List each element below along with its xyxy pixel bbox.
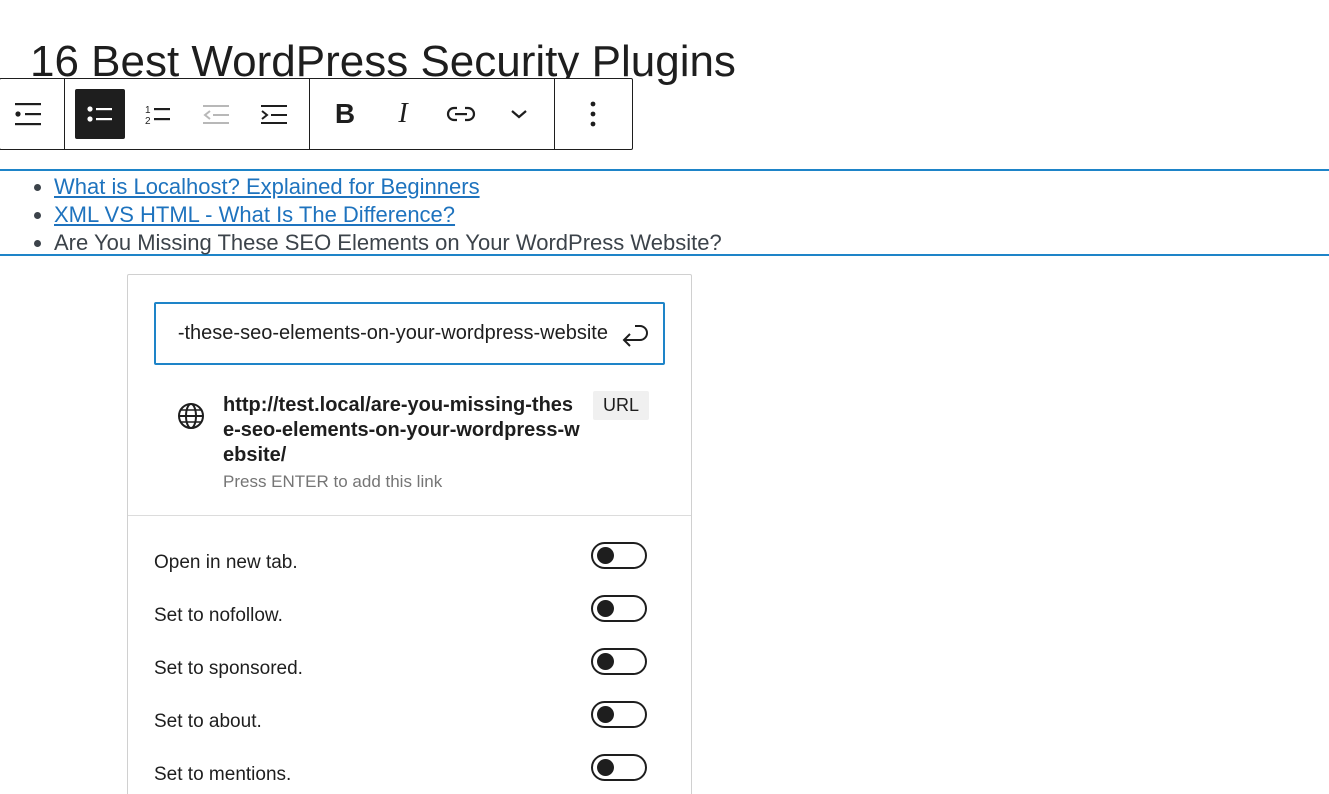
list-item: What is Localhost? Explained for Beginne… bbox=[54, 173, 1329, 201]
bullet-list: What is Localhost? Explained for Beginne… bbox=[0, 171, 1329, 257]
list-block-button[interactable] bbox=[4, 89, 54, 139]
italic-button[interactable]: I bbox=[378, 89, 428, 139]
sponsored-toggle[interactable] bbox=[591, 648, 647, 675]
popover-divider bbox=[128, 515, 691, 516]
block-type-group bbox=[0, 79, 65, 149]
chevron-down-icon bbox=[508, 106, 530, 122]
unordered-list-icon bbox=[85, 102, 115, 126]
svg-text:1: 1 bbox=[145, 105, 151, 116]
svg-text:2: 2 bbox=[145, 116, 151, 126]
nofollow-toggle[interactable] bbox=[591, 595, 647, 622]
more-options-button[interactable] bbox=[565, 89, 621, 139]
indent-icon bbox=[259, 102, 289, 126]
setting-label: Open in new tab. bbox=[154, 551, 298, 573]
setting-mentions: Set to mentions. bbox=[154, 749, 648, 794]
list-item-text[interactable]: Are You Missing These SEO Elements on Yo… bbox=[54, 230, 722, 255]
list-format-group: 1 2 bbox=[65, 79, 310, 149]
url-input-wrapper[interactable] bbox=[154, 302, 665, 365]
setting-open-new-tab: Open in new tab. bbox=[154, 537, 648, 590]
setting-label: Set to sponsored. bbox=[154, 657, 303, 679]
indent-button[interactable] bbox=[249, 89, 299, 139]
open-new-tab-toggle[interactable] bbox=[591, 542, 647, 569]
list-item-link[interactable]: XML VS HTML - What Is The Difference? bbox=[54, 202, 455, 227]
outdent-icon bbox=[201, 102, 231, 126]
outdent-button[interactable] bbox=[191, 89, 241, 139]
setting-about: Set to about. bbox=[154, 696, 648, 749]
editor-canvas: 16 Best WordPress Security Plugins 1 2 B… bbox=[0, 0, 1329, 794]
mentions-toggle[interactable] bbox=[591, 754, 647, 781]
list-item: Are You Missing These SEO Elements on Yo… bbox=[54, 229, 1329, 257]
formatting-group: B I bbox=[310, 79, 555, 149]
italic-icon: I bbox=[398, 98, 408, 129]
options-group bbox=[555, 79, 631, 149]
unordered-list-button[interactable] bbox=[75, 89, 125, 139]
setting-label: Set to mentions. bbox=[154, 763, 292, 785]
ordered-list-icon: 1 2 bbox=[143, 102, 173, 126]
setting-label: Set to nofollow. bbox=[154, 604, 283, 626]
link-icon bbox=[445, 102, 477, 126]
url-type-badge: URL bbox=[593, 391, 650, 420]
bold-button[interactable]: B bbox=[320, 89, 370, 139]
bold-icon: B bbox=[334, 98, 356, 129]
link-button[interactable] bbox=[436, 89, 486, 139]
suggestion-hint: Press ENTER to add this link bbox=[223, 472, 443, 491]
url-input[interactable] bbox=[156, 321, 610, 346]
link-settings: Open in new tab. Set to nofollow. Set to… bbox=[154, 537, 648, 794]
toggle-knob bbox=[597, 653, 614, 670]
setting-nofollow: Set to nofollow. bbox=[154, 590, 648, 643]
list-item: XML VS HTML - What Is The Difference? bbox=[54, 201, 1329, 229]
link-popover: http://test.local/are-you-missing-these-… bbox=[127, 274, 692, 794]
block-toolbar: 1 2 B I bbox=[0, 78, 633, 150]
list-item-link[interactable]: What is Localhost? Explained for Beginne… bbox=[54, 174, 480, 199]
submit-link-icon[interactable] bbox=[619, 319, 651, 351]
setting-sponsored: Set to sponsored. bbox=[154, 643, 648, 696]
list-block[interactable]: What is Localhost? Explained for Beginne… bbox=[0, 169, 1329, 256]
more-options-icon bbox=[589, 100, 597, 128]
toggle-knob bbox=[597, 706, 614, 723]
setting-label: Set to about. bbox=[154, 710, 262, 732]
list-block-icon bbox=[13, 100, 45, 128]
toggle-knob bbox=[597, 547, 614, 564]
toggle-knob bbox=[597, 600, 614, 617]
about-toggle[interactable] bbox=[591, 701, 647, 728]
ordered-list-button[interactable]: 1 2 bbox=[133, 89, 183, 139]
link-suggestion[interactable]: http://test.local/are-you-missing-these-… bbox=[174, 391, 654, 495]
more-formats-button[interactable] bbox=[494, 89, 544, 139]
toggle-knob bbox=[597, 759, 614, 776]
suggestion-url: http://test.local/are-you-missing-these-… bbox=[223, 394, 580, 466]
globe-icon bbox=[176, 401, 206, 431]
